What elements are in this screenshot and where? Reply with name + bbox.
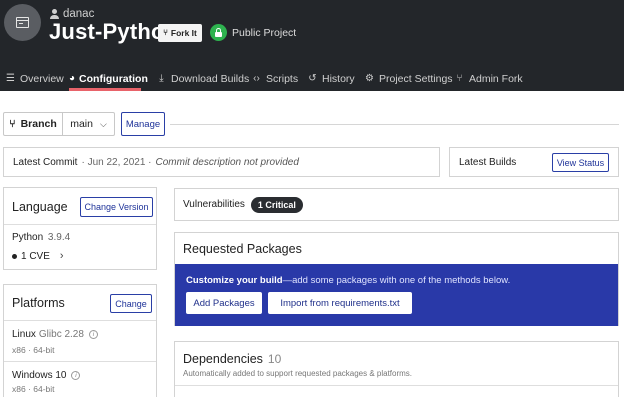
- commit-description: Commit description not provided: [155, 156, 299, 168]
- project-header: danac Just-Python ⑂ Fork It Public Proje…: [0, 0, 624, 91]
- latest-builds-label: Latest Builds: [459, 156, 517, 168]
- dependencies-card: Dependencies 10 Automatically added to s…: [174, 341, 619, 397]
- chevron-down-icon: ⌵: [99, 118, 107, 129]
- commit-date: · Jun 22, 2021 ·: [81, 156, 152, 168]
- cve-dot-icon: [12, 253, 17, 259]
- platform-item: Windows 10 i: [12, 370, 81, 381]
- branch-label: ⑂ Branch: [4, 113, 63, 135]
- customize-build-heading: Customize your build: [186, 275, 283, 286]
- branch-value: main: [70, 118, 93, 130]
- platform-item: Linux Glibc 2.28 i: [12, 329, 98, 340]
- manage-branches-button[interactable]: Manage: [121, 112, 165, 136]
- change-version-button[interactable]: Change Version: [80, 197, 153, 217]
- critical-badge[interactable]: 1 Critical: [250, 196, 303, 213]
- gear-icon: ⚙: [365, 72, 374, 84]
- tab-project-settings[interactable]: ⚙ Project Settings: [364, 66, 453, 91]
- tab-scripts[interactable]: ‹› Scripts: [251, 66, 298, 91]
- requested-packages-card: Requested Packages Customize your build—…: [174, 232, 619, 326]
- fork-it-button[interactable]: ⑂ Fork It: [158, 24, 202, 42]
- window-icon: [16, 17, 29, 28]
- download-icon: ⤓: [159, 72, 164, 84]
- branch-selector[interactable]: ⑂ Branch main ⌵: [3, 112, 115, 136]
- cve-link[interactable]: 1 CVE ›: [12, 250, 64, 262]
- language-title: Language: [12, 200, 68, 214]
- divider: [175, 385, 618, 386]
- branch-icon: ⑂: [9, 118, 16, 130]
- tab-configuration[interactable]: ◕ Configuration: [69, 66, 148, 91]
- customize-build-text: Customize your build—add some packages w…: [186, 275, 510, 286]
- language-card: Language Change Version Python 3.9.4 1 C…: [3, 187, 157, 270]
- fork-icon: ⑂: [456, 72, 463, 84]
- menu-icon: ☰: [6, 72, 15, 84]
- platform-arch: x86 · 64-bit: [12, 345, 55, 355]
- gauge-icon: ◕: [69, 72, 76, 84]
- dependencies-description: Automatically added to support requested…: [183, 369, 413, 378]
- tab-admin-fork[interactable]: ⑂ Admin Fork: [454, 66, 523, 91]
- visibility-label: Public Project: [232, 27, 297, 39]
- branch-dropdown[interactable]: main ⌵: [63, 113, 114, 135]
- code-icon: ‹›: [253, 72, 260, 84]
- platform-lib: Glibc 2.28: [38, 329, 84, 340]
- info-icon[interactable]: i: [88, 330, 98, 339]
- tab-download-builds[interactable]: ⤓ Download Builds: [156, 66, 249, 91]
- platforms-title: Platforms: [12, 296, 65, 310]
- info-icon[interactable]: i: [71, 371, 81, 380]
- divider: [4, 361, 156, 362]
- change-platforms-button[interactable]: Change: [110, 294, 152, 313]
- tab-overview-label: Overview: [20, 72, 64, 85]
- unlock-icon: [210, 24, 227, 41]
- platforms-card: Platforms Change Linux Glibc 2.28 i x86 …: [3, 284, 157, 397]
- tab-overview[interactable]: ☰ Overview: [5, 66, 64, 91]
- dependencies-count: 10: [267, 352, 282, 366]
- latest-commit-label: Latest Commit: [13, 156, 78, 168]
- view-status-button[interactable]: View Status: [552, 153, 609, 172]
- divider: [170, 124, 619, 125]
- branch-label-text: Branch: [20, 118, 57, 130]
- dependencies-title: Dependencies 10: [183, 352, 281, 366]
- project-avatar: [4, 4, 41, 41]
- divider: [4, 320, 156, 321]
- tab-history[interactable]: ↺ History: [307, 66, 355, 91]
- tab-download-builds-label: Download Builds: [171, 72, 250, 85]
- vulnerabilities-card: Vulnerabilities 1 Critical: [174, 188, 619, 221]
- divider: [4, 224, 156, 225]
- latest-builds-card: Latest Builds View Status: [449, 147, 619, 177]
- history-icon: ↺: [308, 72, 317, 84]
- dependencies-label: Dependencies: [183, 352, 263, 366]
- fork-it-label: Fork It: [170, 28, 197, 38]
- tab-configuration-label: Configuration: [79, 72, 148, 85]
- requested-packages-title: Requested Packages: [183, 242, 302, 256]
- language-version-number: 3.9.4: [47, 232, 71, 243]
- fork-icon: ⑂: [163, 28, 168, 37]
- language-name: Python: [12, 232, 44, 243]
- vulnerabilities-label: Vulnerabilities: [183, 199, 245, 210]
- customize-build-panel: Customize your build—add some packages w…: [175, 264, 618, 326]
- tab-admin-fork-label: Admin Fork: [469, 72, 523, 85]
- platform-name: Linux: [12, 329, 36, 340]
- project-tabs: ☰ Overview ◕ Configuration ⤓ Download Bu…: [0, 66, 624, 91]
- chevron-right-icon: ›: [59, 250, 64, 262]
- platform-name: Windows 10: [12, 370, 67, 381]
- latest-commit-card: Latest Commit · Jun 22, 2021 · Commit de…: [3, 147, 440, 177]
- cve-count: 1 CVE: [21, 250, 50, 262]
- tab-project-settings-label: Project Settings: [379, 72, 453, 85]
- add-packages-button[interactable]: Add Packages: [186, 292, 262, 314]
- tab-history-label: History: [322, 72, 355, 85]
- import-requirements-button[interactable]: Import from requirements.txt: [268, 292, 412, 314]
- user-icon: [50, 9, 59, 19]
- customize-build-hint: —add some packages with one of the metho…: [282, 275, 511, 286]
- language-version: Python 3.9.4: [12, 232, 70, 243]
- tab-scripts-label: Scripts: [266, 72, 299, 85]
- platform-arch: x86 · 64-bit: [12, 384, 55, 394]
